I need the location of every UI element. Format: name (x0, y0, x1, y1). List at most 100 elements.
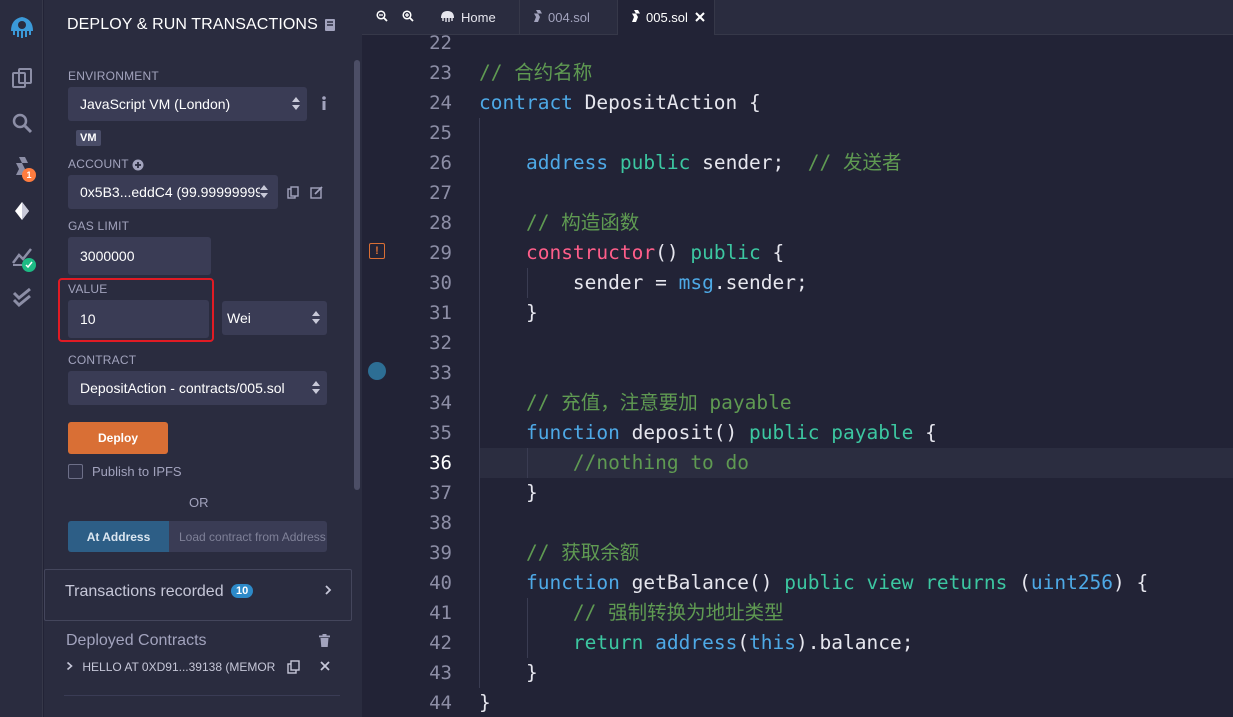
close-icon[interactable] (320, 658, 330, 674)
code-line[interactable]: address public sender; // 发送者 (479, 148, 902, 178)
deploy-run-icon[interactable] (0, 191, 43, 231)
trash-icon[interactable] (319, 634, 330, 652)
transactions-recorded-section[interactable]: Transactions recorded 10 (44, 569, 352, 621)
line-number: 43 (429, 662, 452, 684)
code-line[interactable]: // 合约名称 (479, 58, 592, 88)
account-value: 0x5B3...eddC4 (99.99999999 (80, 184, 263, 200)
gas-limit-input[interactable]: 3000000 (68, 237, 211, 275)
deploy-button[interactable]: Deploy (68, 422, 168, 454)
code-line[interactable]: sender = msg.sender; (479, 268, 808, 298)
line-number: 29 (429, 242, 452, 264)
tab-label: 004.sol (548, 10, 590, 25)
value-input[interactable]: 10 (68, 300, 209, 338)
line-number: 39 (429, 542, 452, 564)
at-address-button[interactable]: At Address (68, 521, 169, 552)
line-number: 23 (429, 62, 452, 84)
code-line[interactable]: } (479, 658, 538, 688)
code-editor[interactable]: ! 22 23 24 25 26 27 28 29 30 31 32 33 34 35 36 37 38 39 40… (362, 32, 1233, 717)
transactions-recorded-label: Transactions recorded (65, 583, 224, 600)
code-line[interactable]: // 获取余额 (479, 538, 639, 568)
solidity-compiler-icon[interactable]: 1 (0, 146, 43, 186)
chevron-right-icon[interactable] (324, 583, 332, 599)
tab-004-sol[interactable]: 004.sol (520, 0, 618, 35)
account-label: ACCOUNT (68, 157, 129, 171)
publish-ipfs-checkbox[interactable] (68, 464, 83, 479)
line-number: 24 (429, 92, 452, 114)
line-number: 44 (429, 692, 452, 714)
value-unit: Wei (227, 310, 251, 326)
line-number: 26 (429, 152, 452, 174)
line-number: 36 (429, 452, 452, 474)
docs-book-icon[interactable] (324, 18, 336, 37)
close-tab-icon[interactable] (695, 10, 705, 25)
value-unit-select[interactable]: Wei (222, 301, 327, 335)
icon-bar: 1 (0, 0, 43, 717)
code-line[interactable]: function getBalance() public view return… (479, 568, 1148, 598)
contract-label: CONTRACT (68, 353, 137, 367)
panel-scrollbar[interactable] (354, 60, 360, 490)
gas-limit-label: GAS LIMIT (68, 219, 130, 233)
line-number: 30 (429, 272, 452, 294)
analysis-ok-icon (22, 258, 36, 272)
select-arrows-icon (260, 184, 274, 200)
code-line[interactable]: constructor() public { (479, 238, 784, 268)
select-arrows-icon (312, 310, 320, 326)
remix-logo-icon (440, 10, 455, 26)
panel-title: DEPLOY & RUN TRANSACTIONS (67, 16, 318, 33)
line-number: 25 (429, 122, 452, 144)
zoom-out-icon[interactable] (376, 10, 388, 25)
analysis-icon[interactable] (0, 236, 43, 276)
code-line[interactable]: // 强制转换为地址类型 (479, 598, 784, 628)
environment-select[interactable]: JavaScript VM (London) (68, 87, 307, 121)
chevron-right-icon[interactable] (66, 660, 76, 674)
line-number: 28 (429, 212, 452, 234)
line-number: 22 (429, 32, 452, 54)
line-number: 34 (429, 392, 452, 414)
account-select[interactable]: 0x5B3...eddC4 (99.99999999 (68, 175, 278, 209)
line-number: 27 (429, 182, 452, 204)
deployed-contract-item[interactable]: HELLO AT 0XD91...39138 (MEMOR (66, 660, 275, 674)
editor-tabs: Home 004.sol 005.sol (362, 0, 1233, 35)
load-contract-address-input[interactable]: Load contract from Address (169, 521, 327, 552)
copy-icon[interactable] (287, 186, 299, 204)
warning-icon[interactable]: ! (369, 243, 385, 259)
code-line[interactable]: // 构造函数 (479, 208, 639, 238)
line-number: 40 (429, 572, 452, 594)
add-account-icon[interactable] (132, 158, 144, 176)
deployed-contracts-label: Deployed Contracts (66, 632, 207, 649)
code-line[interactable]: } (479, 298, 538, 328)
select-arrows-icon (292, 96, 300, 112)
unit-test-icon[interactable] (0, 278, 43, 318)
environment-value: JavaScript VM (London) (80, 96, 231, 112)
breakpoint-icon[interactable] (368, 362, 386, 380)
code-line[interactable]: contract DepositAction { (479, 88, 761, 118)
environment-label: ENVIRONMENT (68, 69, 159, 83)
code-line[interactable]: // 充值，注意要加 payable (479, 388, 792, 418)
line-number: 41 (429, 602, 452, 624)
code-line[interactable]: } (479, 478, 538, 508)
tab-label: Home (461, 10, 496, 25)
contract-select[interactable]: DepositAction - contracts/005.sol (68, 371, 327, 405)
or-separator: OR (189, 495, 209, 510)
publish-ipfs-label: Publish to IPFS (92, 464, 182, 479)
line-number: 33 (429, 362, 452, 384)
tab-005-sol[interactable]: 005.sol (618, 0, 715, 35)
info-icon[interactable] (321, 96, 327, 115)
contract-value: DepositAction - contracts/005.sol (80, 380, 285, 396)
line-number: 35 (429, 422, 452, 444)
code-line[interactable]: function deposit() public payable { (479, 418, 937, 448)
tab-label: 005.sol (646, 10, 688, 25)
code-line[interactable]: //nothing to do (479, 448, 749, 478)
line-number: 37 (429, 482, 452, 504)
code-line[interactable]: } (479, 688, 491, 717)
solidity-file-icon (632, 10, 640, 25)
select-arrows-icon (312, 380, 320, 396)
zoom-in-icon[interactable] (402, 10, 414, 25)
copy-icon[interactable] (287, 660, 300, 679)
edit-icon[interactable] (310, 186, 323, 204)
deploy-run-panel: DEPLOY & RUN TRANSACTIONS ENVIRONMENT Ja… (44, 0, 362, 717)
file-explorer-icon[interactable] (0, 58, 43, 98)
remix-logo-icon[interactable] (0, 6, 43, 46)
search-icon[interactable] (0, 103, 43, 143)
code-line[interactable]: return address(this).balance; (479, 628, 914, 658)
